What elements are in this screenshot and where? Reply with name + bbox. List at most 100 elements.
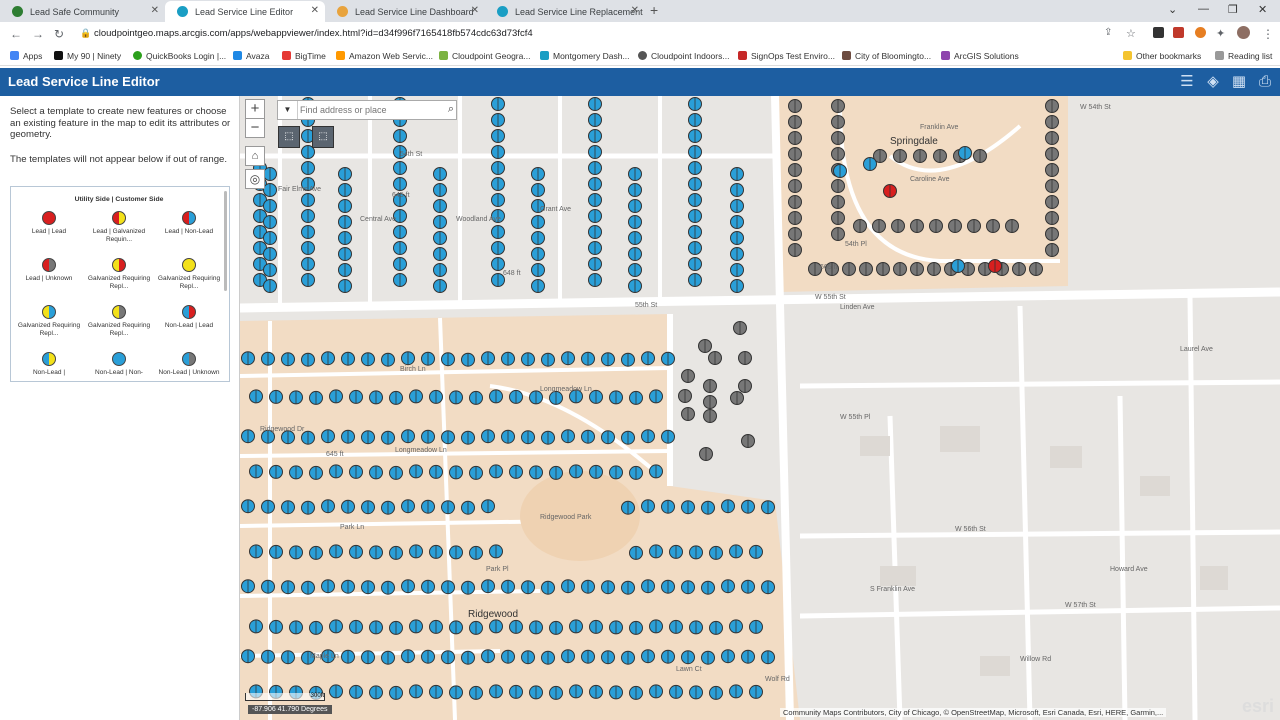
street-label: W 55th St (815, 294, 846, 301)
service-line-symbol-icon (182, 305, 196, 319)
tab-label: Lead Service Line Dashboard (355, 6, 474, 17)
road (799, 529, 1280, 539)
bookmark[interactable]: Cloudpoint Indoors... (638, 51, 729, 61)
street-label: Central Ave (360, 216, 397, 223)
bookmark-icon (540, 51, 549, 60)
feature-template[interactable]: Lead | Galvanized Requin... (85, 211, 153, 243)
window-close-icon[interactable]: ✕ (1258, 3, 1267, 16)
clear-selection-button[interactable]: ⬚ (312, 126, 334, 148)
template-label: Galvanized Requiring Repl... (87, 322, 151, 337)
bookmark[interactable]: Cloudpoint Geogra... (439, 51, 530, 61)
service-line-symbol-icon (112, 352, 126, 366)
maximize-icon[interactable]: ❐ (1228, 3, 1238, 16)
bookmark[interactable]: Amazon Web Servic... (336, 51, 433, 61)
share-icon[interactable]: ⇪ (1104, 27, 1112, 38)
street-label: S Franklin Ave (870, 586, 916, 593)
road (799, 605, 1280, 619)
bookmark-other[interactable]: Other bookmarks (1123, 51, 1201, 61)
browser-tab[interactable]: Lead Service Line Replacement M ✕ (485, 1, 645, 22)
home-button[interactable]: ⌂ (245, 146, 265, 166)
reading-list[interactable]: Reading list (1215, 51, 1272, 61)
feature-template[interactable]: Lead | Non-Lead (155, 211, 223, 236)
bookmark-star-icon[interactable]: ☆ (1126, 27, 1136, 40)
feature-template[interactable]: Lead | Lead (15, 211, 83, 236)
street-label: Ridgewood Dr (260, 426, 305, 433)
feature-template[interactable]: Galvanized Requiring Repl... (155, 258, 223, 290)
street-label: 55th St (635, 302, 658, 309)
new-tab-button[interactable]: + (650, 2, 658, 18)
bookmark[interactable]: QuickBooks Login |... (133, 51, 226, 61)
url-field[interactable]: cloudpointgeo.maps.arcgis.com/apps/webap… (94, 28, 533, 39)
edit-instructions: Select a template to create new features… (10, 106, 231, 140)
street-label: W 56th St (955, 526, 986, 533)
lock-icon: 🔒 (80, 28, 92, 38)
avatar[interactable] (1237, 26, 1250, 39)
feature-template[interactable]: Non-Lead | Lead (155, 305, 223, 330)
minimize-icon[interactable]: — (1198, 3, 1209, 15)
browser-tab[interactable]: Lead Service Line Dashboard ✕ (325, 1, 485, 22)
zoom-out-button[interactable]: − (245, 118, 265, 138)
tab-favicon-icon (497, 6, 508, 17)
search-source-dropdown[interactable]: ▼ (278, 101, 298, 119)
service-line-symbol-icon (42, 352, 56, 366)
feature-template[interactable]: Non-Lead | Non- (85, 352, 153, 377)
bookmark[interactable]: BigTime (282, 51, 326, 61)
back-icon[interactable]: ← (10, 27, 22, 41)
service-line-symbol-icon (112, 211, 126, 225)
basemap-gallery-icon[interactable]: ▦ (1230, 73, 1248, 91)
layers-icon[interactable]: ◈ (1204, 73, 1222, 91)
street-label: Birch Ln (400, 366, 426, 373)
street-label: Grant Ave (540, 206, 572, 213)
search-icon[interactable]: ⌕ (448, 103, 454, 116)
locate-button[interactable]: ◎ (245, 169, 265, 189)
browser-tab[interactable]: Lead Safe Community ✕ (0, 1, 165, 22)
bookmark[interactable]: SignOps Test Enviro... (738, 51, 835, 61)
template-scrollbar[interactable] (224, 191, 227, 291)
map-canvas[interactable] (240, 96, 1280, 720)
browser-tab-active[interactable]: Lead Service Line Editor ✕ (165, 1, 325, 22)
app-header: Lead Service Line Editor ☰ ◈ ▦ ⎙ (0, 68, 1280, 96)
coordinate-readout: -87.906 41.790 Degrees (248, 705, 332, 714)
place-label: Springdale (890, 136, 938, 147)
feature-template[interactable]: Lead | Unknown (15, 258, 83, 283)
tab-favicon-icon (177, 6, 188, 17)
menu-icon[interactable]: ⋮ (1262, 27, 1274, 41)
close-icon[interactable]: ✕ (471, 5, 479, 16)
feature-template[interactable]: Galvanized Requiring Repl... (85, 258, 153, 290)
bookmark-icon (282, 51, 291, 60)
template-label: Lead | Non-Lead (164, 228, 214, 235)
extension-icon[interactable] (1153, 27, 1164, 38)
close-icon[interactable]: ✕ (311, 5, 319, 16)
feature-template[interactable]: Galvanized Requiring Repl... (85, 305, 153, 337)
select-tool-button[interactable]: ⬚ (278, 126, 300, 148)
bookmark-apps[interactable]: Apps (10, 51, 42, 61)
feature-template[interactable]: Galvanized Requiring Repl... (15, 305, 83, 337)
elevation-label: 665 ft (820, 264, 838, 271)
list-icon[interactable]: ☰ (1178, 73, 1196, 91)
street-label: W 54th St (1080, 104, 1111, 111)
feature-template[interactable]: Non-Lead | Unknown (155, 352, 223, 377)
close-icon[interactable]: ✕ (631, 5, 639, 16)
extension-icon[interactable] (1195, 27, 1206, 38)
template-picker: Utility Side | Customer Side Lead | Lead… (10, 186, 230, 382)
extensions-puzzle-icon[interactable]: ✦ (1216, 27, 1225, 40)
bookmark[interactable]: ArcGIS Solutions (941, 51, 1019, 61)
search-widget: ▼ ⌕ (277, 100, 457, 120)
map-view[interactable]: 54th St 55th St W 55th St W 54th St Lind… (240, 96, 1280, 720)
bookmark[interactable]: Avaza (233, 51, 269, 61)
forward-icon[interactable]: → (32, 27, 44, 41)
reload-icon[interactable]: ↻ (54, 27, 64, 41)
zoom-in-button[interactable]: + (245, 99, 265, 119)
bookmark[interactable]: My 90 | Ninety (54, 51, 121, 61)
search-input[interactable] (300, 102, 430, 118)
feature-template[interactable]: Non-Lead | (15, 352, 83, 377)
bookmark[interactable]: Montgomery Dash... (540, 51, 630, 61)
building (980, 656, 1010, 676)
close-icon[interactable]: ✕ (151, 5, 159, 16)
extension-icon[interactable] (1173, 27, 1184, 38)
tab-search-icon[interactable]: ⌄ (1168, 3, 1177, 16)
service-line-symbol-icon (42, 211, 56, 225)
bookmark[interactable]: City of Bloomingto... (842, 51, 931, 61)
print-icon[interactable]: ⎙ (1256, 73, 1274, 91)
street-label: 54th St (400, 151, 423, 158)
